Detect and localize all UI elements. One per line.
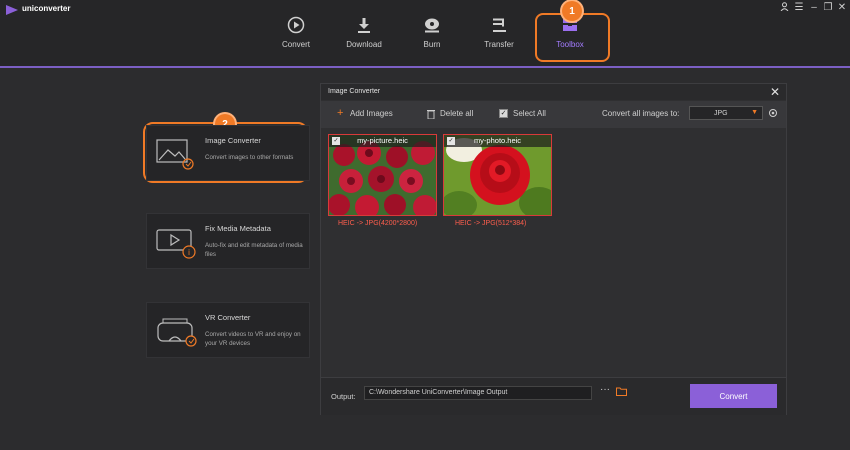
menu-icon[interactable]: ☰ bbox=[793, 2, 805, 13]
nav-convert-label: Convert bbox=[281, 40, 310, 49]
window-close-icon[interactable]: ✕ bbox=[836, 2, 848, 13]
image-checkbox-2[interactable]: ✓ bbox=[447, 137, 455, 145]
tool-card-vr-converter[interactable]: VR Converter Convert videos to VR and en… bbox=[146, 302, 310, 358]
image-caption-2: HEIC -> JPG(512*384) bbox=[455, 220, 527, 227]
format-select[interactable]: JPG ▼ bbox=[689, 106, 763, 120]
restore-icon[interactable]: ❐ bbox=[822, 2, 834, 13]
tool-title-vr-converter: VR Converter bbox=[205, 313, 251, 322]
svg-text:i: i bbox=[188, 248, 190, 257]
dialog-header: Image Converter ✕ bbox=[321, 84, 786, 100]
select-all-checkbox[interactable]: ✓ bbox=[499, 109, 508, 118]
tool-title-fix-media-metadata: Fix Media Metadata bbox=[205, 224, 271, 233]
dialog-footer: Output: C:\Wondershare UniConverter\Imag… bbox=[321, 377, 786, 415]
trash-icon[interactable] bbox=[427, 109, 435, 119]
image-thumbnail-1[interactable]: my-picture.heic ✓ bbox=[328, 134, 437, 216]
nav-download-label: Download bbox=[346, 40, 382, 49]
vr-converter-icon bbox=[157, 318, 197, 347]
rose-image bbox=[444, 135, 551, 215]
minimize-icon[interactable]: – bbox=[808, 2, 820, 13]
output-label: Output: bbox=[331, 392, 356, 401]
nav-burn-label: Burn bbox=[423, 40, 441, 49]
folder-icon[interactable] bbox=[616, 387, 627, 396]
tool-desc-vr-converter: Convert videos to VR and enjoy on your V… bbox=[205, 331, 301, 347]
fix-metadata-icon: i bbox=[156, 229, 196, 259]
nav-transfer[interactable]: Transfer bbox=[469, 16, 529, 60]
nav-toolbox-label: Toolbox bbox=[556, 40, 584, 49]
output-path-field[interactable]: C:\Wondershare UniConverter\Image Output bbox=[364, 386, 592, 400]
app-logo-icon bbox=[6, 5, 18, 15]
image-checkbox-1[interactable]: ✓ bbox=[332, 137, 340, 145]
tool-card-fix-media-metadata[interactable]: i Fix Media Metadata Auto-fix and edit m… bbox=[146, 213, 310, 269]
chevron-down-icon: ▼ bbox=[751, 109, 758, 116]
dialog-toolbar: + Add Images Delete all ✓ Select All Con… bbox=[321, 101, 786, 128]
app-name: uniconverter bbox=[22, 4, 71, 13]
gear-icon[interactable] bbox=[768, 108, 778, 118]
step-badge-1: 1 bbox=[562, 1, 582, 21]
format-value: JPG bbox=[714, 110, 728, 117]
user-icon[interactable] bbox=[778, 2, 790, 14]
tool-card-image-converter[interactable]: Image Converter Convert images to other … bbox=[146, 125, 310, 181]
image-name-2: my-photo.heic bbox=[444, 135, 551, 147]
roses-image bbox=[329, 135, 436, 215]
top-bar: uniconverter ☰ – ❐ ✕ Convert Download Bu… bbox=[0, 0, 850, 68]
tool-title-image-converter: Image Converter bbox=[205, 136, 261, 145]
dialog-close-icon[interactable]: ✕ bbox=[770, 85, 780, 99]
transfer-icon bbox=[493, 18, 506, 32]
delete-all-button[interactable]: Delete all bbox=[440, 109, 473, 118]
nav-toolbox[interactable]: Toolbox bbox=[540, 16, 600, 60]
convert-button[interactable]: Convert bbox=[690, 384, 777, 408]
add-images-button[interactable]: Add Images bbox=[350, 109, 393, 118]
image-name-1: my-picture.heic bbox=[329, 135, 436, 147]
nav-download[interactable]: Download bbox=[334, 16, 394, 60]
more-options-button[interactable]: ··· bbox=[600, 384, 610, 395]
image-converter-dialog: Image Converter ✕ + Add Images Delete al… bbox=[320, 83, 787, 415]
burn-icon bbox=[425, 18, 439, 33]
tool-desc-image-converter: Convert images to other formats bbox=[205, 154, 294, 161]
nav-transfer-label: Transfer bbox=[484, 40, 514, 49]
dialog-title: Image Converter bbox=[328, 88, 381, 95]
select-all-label[interactable]: Select All bbox=[513, 109, 546, 118]
add-icon[interactable]: + bbox=[337, 107, 343, 119]
nav-burn[interactable]: Burn bbox=[402, 16, 462, 60]
image-caption-1: HEIC -> JPG(4200*2800) bbox=[338, 220, 418, 227]
convert-icon bbox=[287, 16, 305, 34]
tool-desc-fix-media-metadata: Auto-fix and edit metadata of media file… bbox=[205, 242, 303, 258]
convert-all-label: Convert all images to: bbox=[602, 109, 680, 118]
image-converter-icon bbox=[156, 139, 194, 170]
download-icon bbox=[358, 18, 370, 33]
image-thumbnail-2[interactable]: my-photo.heic ✓ bbox=[443, 134, 552, 216]
nav-convert[interactable]: Convert bbox=[266, 16, 326, 60]
